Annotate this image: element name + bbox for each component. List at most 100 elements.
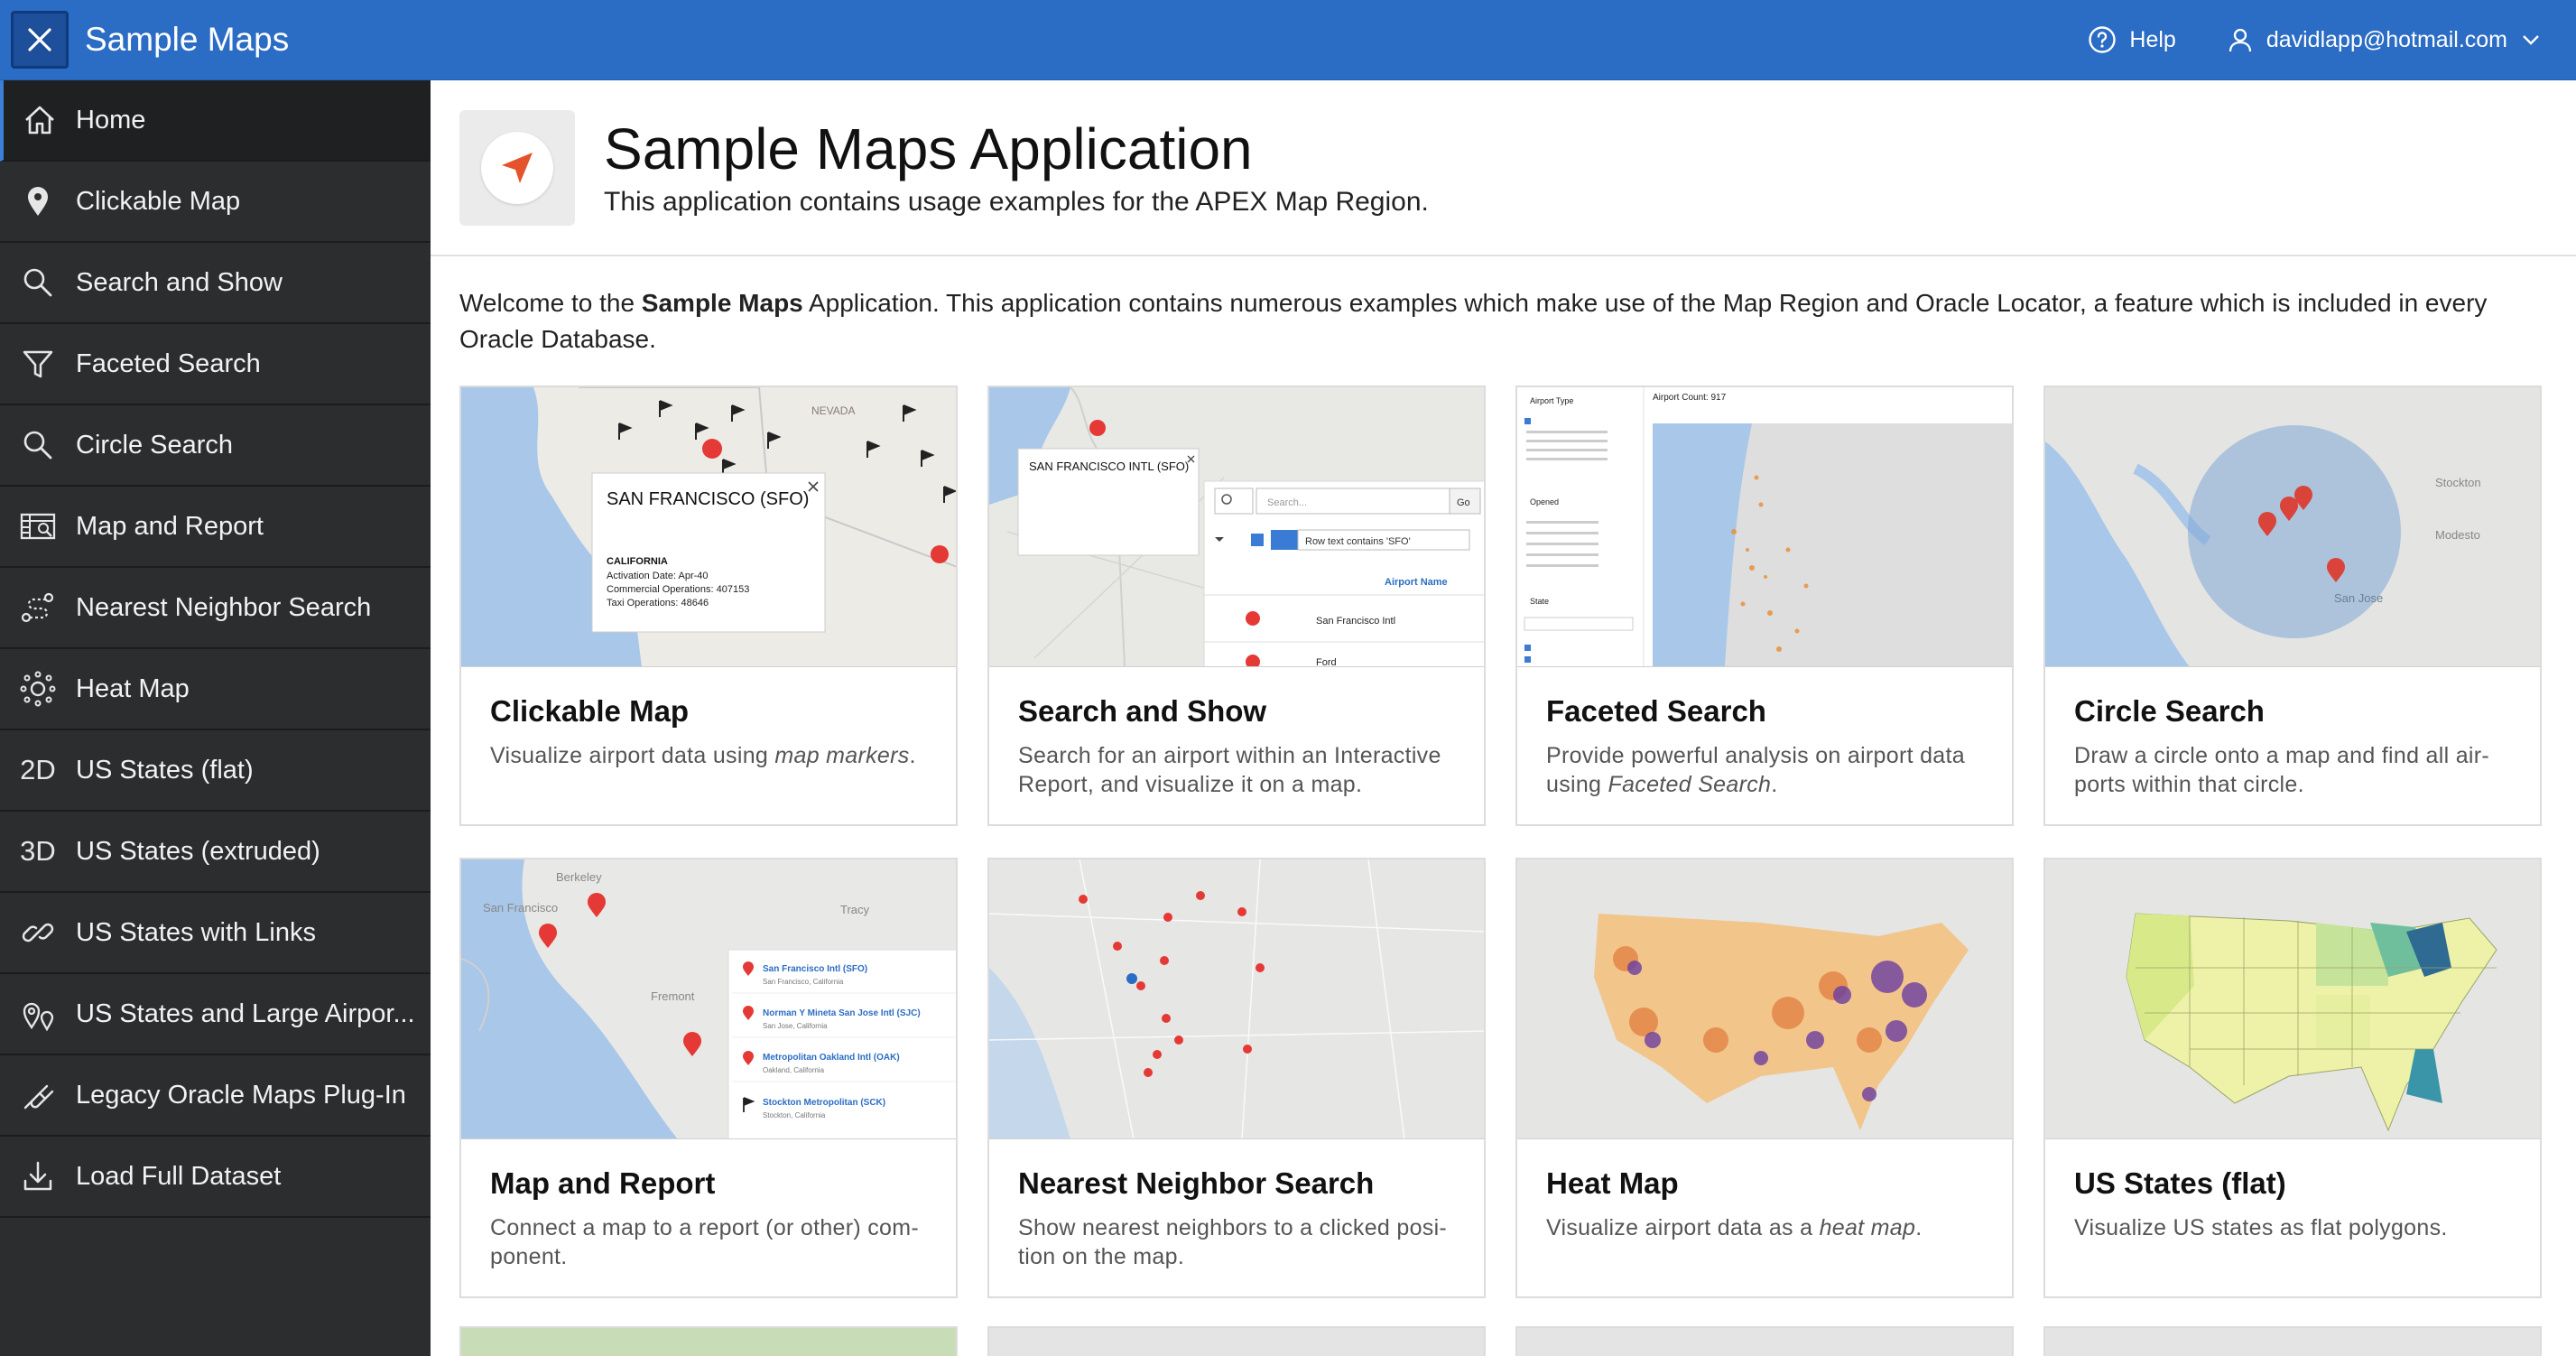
card-partial[interactable] [1515,1326,2014,1356]
svg-text:Stockton: Stockton [2435,476,2481,489]
pins-icon [0,995,76,1033]
page-subtitle: This application contains usage examples… [604,186,1429,217]
card-thumbnail [2045,859,2540,1139]
map-label-nevada: NEVADA [811,404,855,417]
cards-grid: NEVADA SAN FRANCISCO (SFO) CALIFORNIA Ac… [459,385,2542,1298]
search-icon [0,265,76,301]
svg-text:Tracy: Tracy [840,903,870,916]
svg-text:Oakland, California: Oakland, California [763,1066,825,1074]
search-icon [0,427,76,463]
sidebar-item-nearest-neighbor-search[interactable]: Nearest Neighbor Search [0,568,431,649]
card-thumbnail: Airport Count: 917 Airport Type Opened S… [1517,387,2012,667]
svg-text:San Jose: San Jose [2334,591,2383,605]
2d-text-icon: 2D [20,754,56,785]
card-description: Connect a map to a report (or other) com… [490,1215,919,1269]
card-description: Draw a circle onto a map and find all ai… [2074,743,2490,797]
card-nearest-neighbor-search[interactable]: Nearest Neighbor Search Show nearest nei… [987,858,1486,1298]
welcome-text: Welcome to the Sample Maps Application. … [459,289,2488,353]
close-nav-button[interactable] [11,11,69,69]
svg-text:San Francisco: San Francisco [483,901,558,915]
download-icon [0,1158,76,1194]
user-menu[interactable]: davidlapp@hotmail.com [2227,26,2540,53]
card-search-and-show[interactable]: SAN FRANCISCO INTL (SFO) Search... Go Ro… [987,385,1486,826]
cards-next-row [459,1326,2542,1356]
svg-text:Airport Name: Airport Name [1385,577,1448,588]
svg-text:Go: Go [1457,497,1470,508]
svg-text:Airport Type: Airport Type [1530,396,1573,405]
svg-text:Fremont: Fremont [651,989,695,1003]
card-title: US States (flat) [2074,1166,2286,1200]
chevron-down-icon [2522,33,2540,46]
card-title: Map and Report [490,1166,716,1200]
svg-text:San Francisco, California: San Francisco, California [763,978,844,986]
sidebar-item-us-states-flat[interactable]: 2D US States (flat) [0,730,431,812]
svg-text:Stockton, California: Stockton, California [763,1111,826,1119]
card-title: Faceted Search [1546,694,1766,728]
link-icon [0,915,76,951]
card-us-states-flat[interactable]: US States (flat) Visualize US states as … [2043,858,2542,1298]
sidebar-item-heat-map[interactable]: Heat Map [0,649,431,730]
card-thumbnail: SAN FRANCISCO INTL (SFO) Search... Go Ro… [989,387,1484,667]
sidebar-item-home[interactable]: Home [0,80,431,162]
sidebar-item-faceted-search[interactable]: Faceted Search [0,324,431,405]
card-partial[interactable] [2043,1326,2542,1356]
svg-text:Stockton Metropolitan (SCK): Stockton Metropolitan (SCK) [763,1098,885,1108]
svg-text:Activation Date: Apr-40: Activation Date: Apr-40 [607,571,709,581]
sidebar-item-us-states-with-links[interactable]: US States with Links [0,893,431,974]
svg-text:Opened: Opened [1530,497,1559,506]
card-circle-search[interactable]: Stockton Modesto San Jose Circle Search … [2043,385,2542,826]
sidebar-item-us-states-and-large-airports[interactable]: US States and Large Airpor... [0,974,431,1055]
svg-text:Norman Y Mineta San Jose Intl: Norman Y Mineta San Jose Intl (SJC) [763,1008,921,1018]
top-bar: Sample Maps Help davidlapp@hotmail.com [0,0,2576,80]
sidebar-item-search-and-show[interactable]: Search and Show [0,243,431,324]
svg-text:San Jose, California: San Jose, California [763,1022,828,1030]
card-description: Visualize airport data using map markers… [490,743,916,768]
card-title: Clickable Map [490,694,690,728]
svg-text:CALIFORNIA: CALIFORNIA [607,556,668,567]
svg-text:San Francisco Intl: San Francisco Intl [1316,616,1395,627]
navigation-arrow-icon [502,152,533,183]
page-title: Sample Maps Application [604,116,1253,182]
svg-text:Berkeley: Berkeley [556,870,602,884]
home-icon [4,102,76,138]
help-link[interactable]: Help [2088,25,2176,54]
card-title: Search and Show [1018,694,1267,728]
heat-icon [0,670,76,708]
card-description: Provide powerful analysis on airport dat… [1546,743,1965,797]
svg-text:Ford: Ford [1316,657,1337,667]
sidebar-item-load-full-dataset[interactable]: Load Full Dataset [0,1137,431,1218]
card-clickable-map[interactable]: NEVADA SAN FRANCISCO (SFO) CALIFORNIA Ac… [459,385,958,826]
sidebar-item-clickable-map[interactable]: Clickable Map [0,162,431,243]
sidebar-item-map-and-report[interactable]: Map and Report [0,487,431,568]
card-faceted-search[interactable]: Airport Count: 917 Airport Type Opened S… [1515,385,2014,826]
sidebar-item-legacy-oracle-maps-plugin[interactable]: Legacy Oracle Maps Plug-In [0,1055,431,1137]
help-icon [2088,25,2117,54]
close-icon [28,28,51,51]
app-title[interactable]: Sample Maps [85,21,289,59]
svg-text:Modesto: Modesto [2435,528,2480,542]
card-thumbnail: NEVADA SAN FRANCISCO (SFO) CALIFORNIA Ac… [461,387,956,667]
card-heat-map[interactable]: Heat Map Visualize airport data as a hea… [1515,858,2014,1298]
hero-region: Sample Maps Application This application… [431,80,2576,256]
card-map-and-report[interactable]: Berkeley Tracy San Francisco Fremont San… [459,858,958,1298]
card-partial[interactable] [987,1326,1486,1356]
svg-text:Row text contains 'SFO': Row text contains 'SFO' [1305,536,1411,547]
svg-text:SAN FRANCISCO INTL (SFO): SAN FRANCISCO INTL (SFO) [1029,460,1189,473]
popup-title: SAN FRANCISCO (SFO) [607,489,809,509]
card-title: Nearest Neighbor Search [1018,1166,1375,1200]
svg-text:State: State [1530,597,1549,606]
card-description: Search for an airport within an Interact… [1018,743,1441,797]
sidebar-item-us-states-extruded[interactable]: 3D US States (extruded) [0,812,431,893]
help-label: Help [2129,26,2176,52]
filter-icon [0,346,76,382]
user-email: davidlapp@hotmail.com [2266,26,2507,52]
svg-text:Commercial Operations: 407153: Commercial Operations: 407153 [607,584,749,595]
svg-text:San Francisco Intl (SFO): San Francisco Intl (SFO) [763,964,867,974]
svg-text:Metropolitan Oakland Intl (OAK: Metropolitan Oakland Intl (OAK) [763,1053,900,1063]
plug-icon [0,1077,76,1113]
card-description: Show nearest neighbors to a clicked posi… [1018,1215,1448,1269]
sidebar-item-circle-search[interactable]: Circle Search [0,405,431,487]
card-partial[interactable] [459,1326,958,1356]
map-report-icon [0,508,76,544]
user-icon [2227,26,2254,53]
